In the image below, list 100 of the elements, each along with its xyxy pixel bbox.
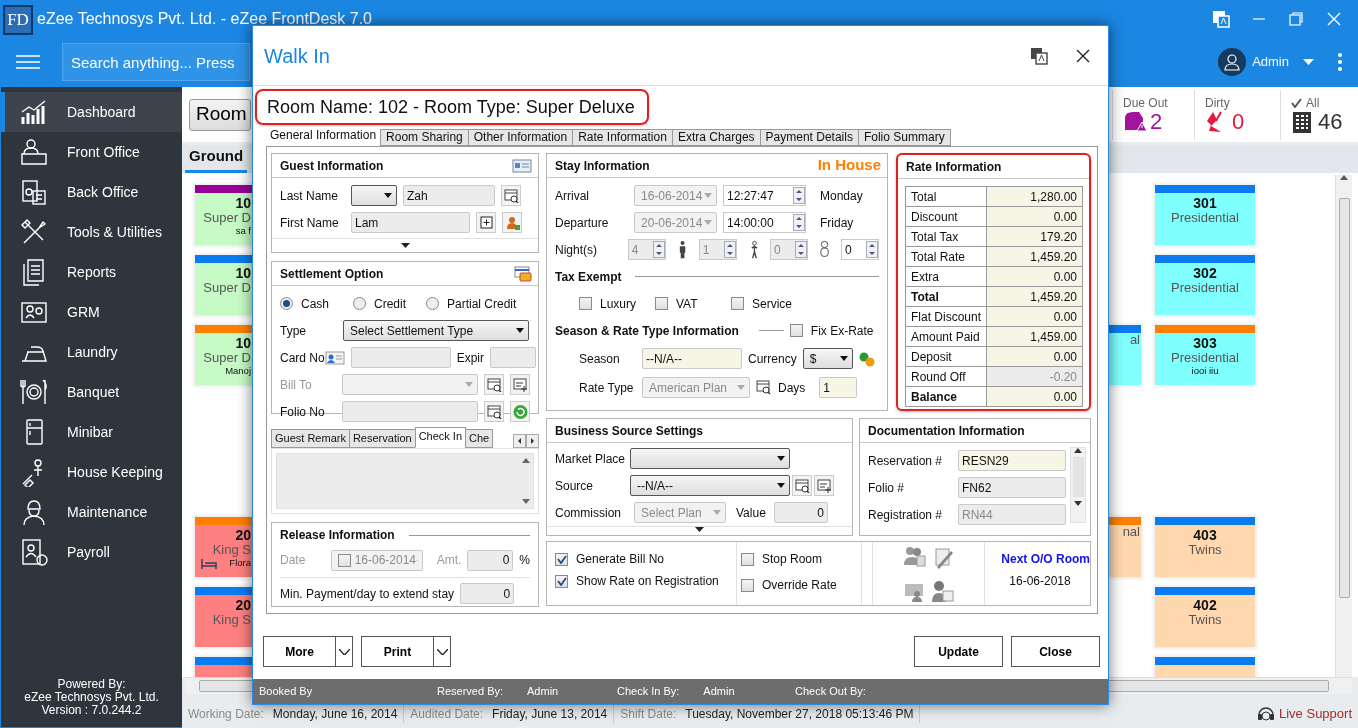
room-card[interactable]: 302 Presidential [1155,255,1255,315]
stat-count[interactable]: 46 [1318,109,1343,134]
checkbox[interactable]: VAT [655,294,731,313]
text-field[interactable] [490,347,537,368]
text-field[interactable]: 0 [774,502,828,523]
expand-icon[interactable] [695,527,704,532]
room-card[interactable]: 10 Super D sa f [195,185,252,245]
sidebar-item[interactable]: Tools & Utilities [1,212,182,252]
guest-profile-button[interactable] [502,212,522,233]
radio-button[interactable]: Cash [280,294,353,313]
room-card[interactable]: al [1109,325,1141,385]
number-spinner[interactable]: 0 [841,239,879,260]
text-field[interactable] [342,401,478,422]
sidebar-item[interactable]: Banquet [1,372,182,412]
checkbox[interactable]: Show Rate on Registration [555,572,736,590]
time-spinner[interactable]: 12:27:47 [723,185,806,206]
room-card[interactable]: 402 Twins [1155,587,1255,647]
checkbox[interactable]: Stop Room [741,550,861,568]
dropdown[interactable]: $ [802,348,853,369]
close-button[interactable]: Close [1011,636,1100,667]
sidebar-item[interactable]: Laundry [1,332,182,372]
text-field[interactable]: RESN29 [958,450,1066,471]
user-avatar[interactable] [1218,48,1247,76]
tab[interactable]: Guest Remark [271,429,350,448]
text-field[interactable] [350,347,451,368]
user-name[interactable]: Admin [1252,52,1289,72]
text-field[interactable]: 0 [460,583,515,605]
sidebar-item[interactable]: Back Office [1,172,182,212]
room-card[interactable]: 303 Presidential iooi iiu [1155,325,1255,385]
sidebar-item[interactable]: Front Office [1,132,182,172]
checkbox[interactable]: Generate Bill No [555,550,736,568]
sidebar-item[interactable]: Maintenance [1,492,182,532]
room-card[interactable]: nal [1109,517,1141,577]
radio-button[interactable]: Credit [353,294,426,313]
stat-count[interactable]: 0 [1232,109,1245,134]
sidebar-item[interactable]: Reports [1,252,182,292]
checkbox[interactable]: Service [731,294,821,313]
tab[interactable]: Extra Charges [671,129,761,146]
split-button[interactable]: Print [361,636,433,667]
room-card[interactable]: 20 King S Flora [195,517,252,577]
search-list-icon[interactable] [756,380,772,395]
tab[interactable]: Che [465,429,494,448]
dropdown[interactable]: Select Settlement Type [343,320,529,341]
close-button[interactable] [1076,48,1090,63]
text-field[interactable]: --N/A-- [642,348,742,369]
restore-button[interactable] [1288,10,1304,27]
tab[interactable]: Room Sharing [380,129,469,146]
room-card[interactable]: 403 Twins [1155,517,1255,577]
dropdown-toggle-button[interactable] [335,636,353,667]
live-support-link[interactable]: Live Support [1279,703,1352,724]
update-button[interactable]: Update [914,636,1003,667]
sidebar-item[interactable]: Dashboard [1,92,182,132]
text-field[interactable]: 1 [819,377,858,398]
search-button[interactable] [484,374,504,395]
add-button[interactable] [476,212,496,233]
view-button[interactable]: Room [189,98,251,131]
tab[interactable]: Rate Information [572,129,673,146]
sidebar-item[interactable]: Payroll [1,532,182,572]
person-document-icon[interactable] [930,578,955,603]
scroll-down-icon[interactable] [522,499,530,504]
text-field[interactable]: Lam [351,212,470,233]
search-button[interactable] [501,185,521,206]
translate-button[interactable] [1030,46,1048,65]
sidebar-item[interactable]: Minibar [1,412,182,452]
search-button[interactable] [792,475,812,496]
refresh-button[interactable] [510,401,530,422]
expand-icon[interactable] [400,243,410,248]
room-card[interactable]: 10 Super D [195,255,252,315]
add-entry-button[interactable] [814,475,834,496]
dropdown[interactable] [351,185,397,206]
sidebar-item[interactable]: GRM [1,292,182,332]
scroll-up-icon[interactable] [522,458,530,463]
stat-count[interactable]: 2 [1150,109,1163,134]
text-field[interactable]: FN62 [958,477,1066,498]
more-options-icon[interactable] [1338,53,1342,71]
split-button[interactable]: More [263,636,335,667]
text-field[interactable]: Zah [403,185,495,206]
add-entry-button[interactable] [510,374,530,395]
tab[interactable]: Other Information [467,129,574,146]
room-card[interactable]: 301 Presidential [1155,185,1255,245]
text-field[interactable]: 0 [467,549,514,571]
people-list-icon[interactable] [902,544,927,569]
checkbox[interactable]: Luxury [579,294,655,313]
scroll-left-icon[interactable] [513,434,526,448]
checkbox[interactable]: Override Rate [741,576,861,594]
tab[interactable]: Check In [414,427,467,448]
tab[interactable]: Folio Summary [857,129,951,146]
tab[interactable]: Reservation [348,429,416,448]
dropdown[interactable] [630,448,790,469]
room-card[interactable]: 10 Super D Manoj [195,325,252,385]
search-field[interactable]: Search anything... Press [62,43,250,81]
room-card[interactable]: 20 King S [195,587,252,647]
dropdown[interactable]: --N/A-- [630,475,790,496]
time-spinner[interactable]: 14:00:00 [723,212,806,233]
tab[interactable]: Payment Details [759,129,859,146]
menu-button[interactable] [16,54,40,70]
search-button[interactable] [484,401,504,422]
scroll-right-icon[interactable] [526,434,539,448]
vertical-scrollbar[interactable] [1070,447,1086,523]
checkbox[interactable]: Fix Ex-Rate [789,321,874,340]
